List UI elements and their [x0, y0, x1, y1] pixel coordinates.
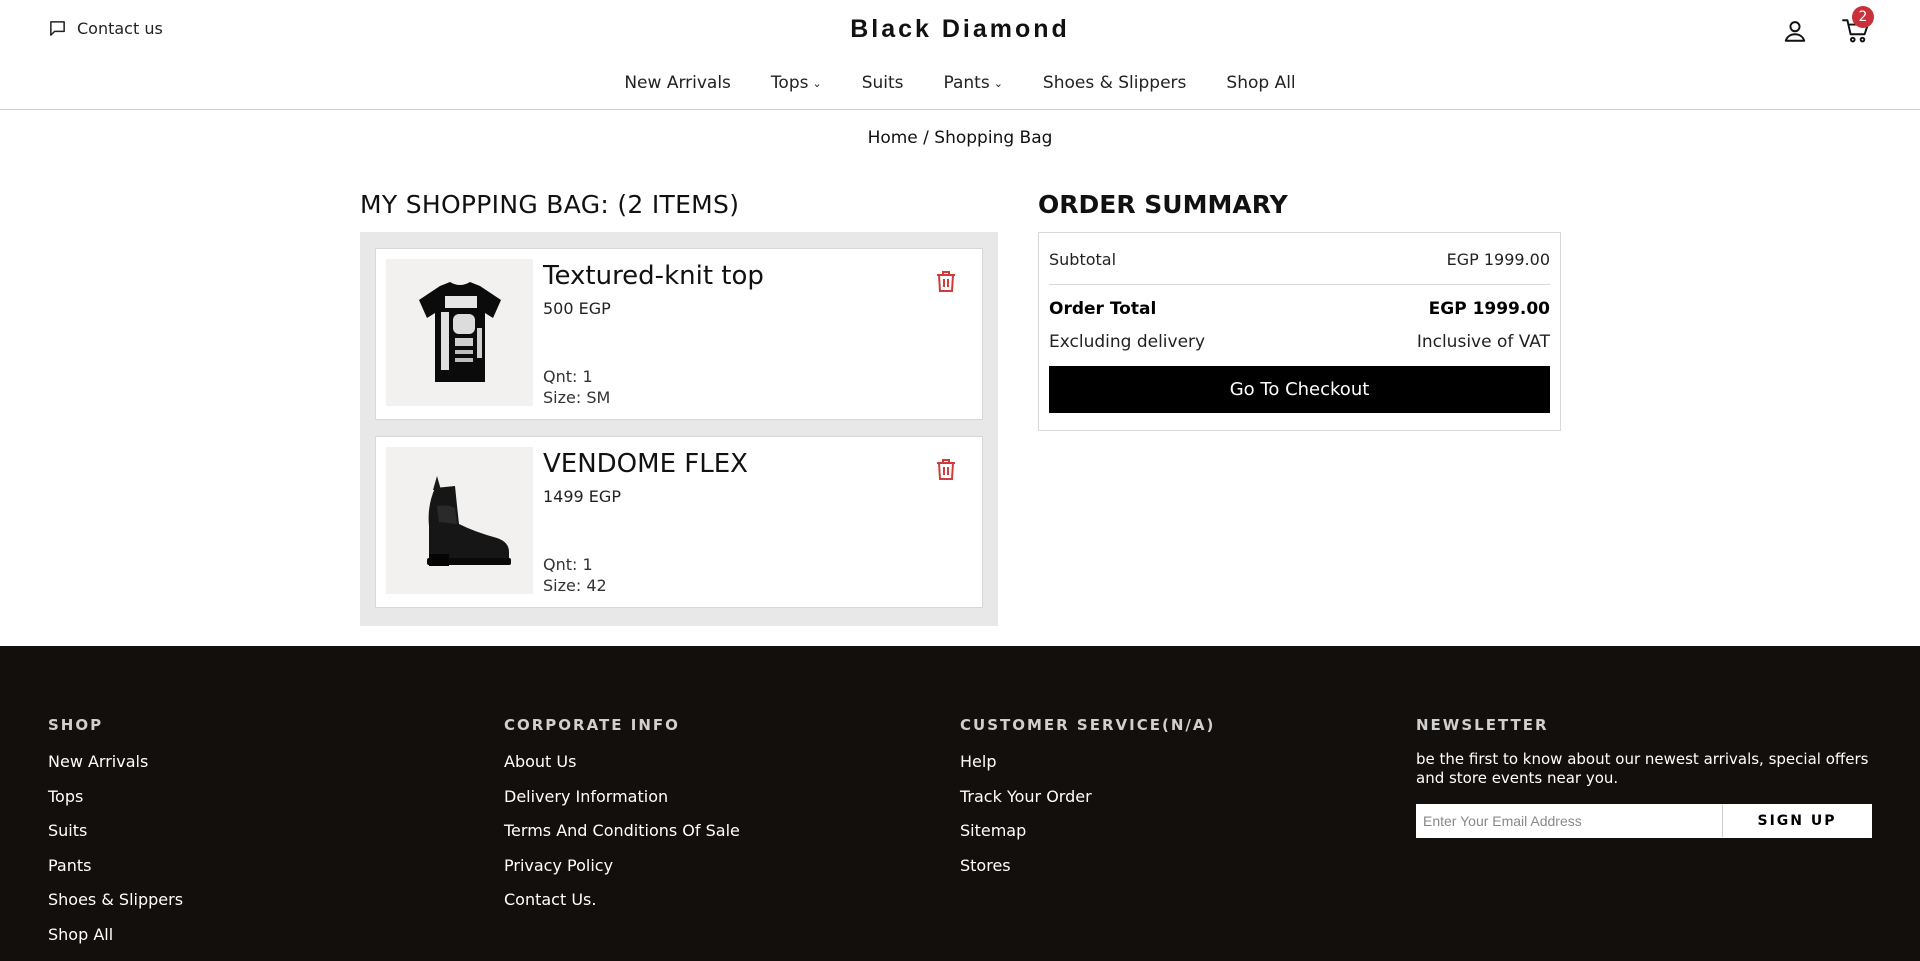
- product-image-tshirt[interactable]: [386, 259, 533, 406]
- checkout-button[interactable]: Go To Checkout: [1049, 366, 1550, 413]
- trash-icon[interactable]: [934, 269, 958, 293]
- tshirt-icon: [418, 281, 501, 382]
- product-price: 1499 EGP: [543, 487, 621, 506]
- subtotal-row: Subtotal EGP 1999.00: [1049, 233, 1550, 285]
- footer-link[interactable]: New Arrivals: [48, 752, 183, 787]
- footer-heading: CUSTOMER SERVICE(N/A): [960, 716, 1216, 734]
- footer-link[interactable]: Pants: [48, 856, 183, 891]
- newsletter-description: be the first to know about our newest ar…: [1416, 750, 1869, 787]
- order-summary-title: ORDER SUMMARY: [1038, 190, 1288, 219]
- bag-item: Textured-knit top 500 EGP Qnt: 1 Size: S…: [375, 248, 983, 420]
- subtotal-label: Subtotal: [1049, 250, 1117, 269]
- nav-label: Suits: [861, 72, 904, 93]
- footer-link[interactable]: About Us: [504, 752, 740, 787]
- footer-corporate-column: CORPORATE INFO About Us Delivery Informa…: [504, 716, 740, 925]
- nav-tops[interactable]: Tops ⌄: [751, 73, 842, 93]
- product-name[interactable]: VENDOME FLEX: [543, 449, 748, 479]
- excluding-delivery-label: Excluding delivery: [1049, 332, 1206, 352]
- main-nav: New Arrivals Tops ⌄ Suits Pants ⌄ Shoes & …: [0, 60, 1920, 110]
- subtotal-value: EGP 1999.00: [1446, 250, 1550, 269]
- delivery-vat-row: Excluding delivery Inclusive of VAT: [1049, 332, 1550, 352]
- product-quantity: Qnt: 1: [543, 367, 593, 386]
- nav-new-arrivals[interactable]: New Arrivals: [604, 73, 751, 93]
- order-total-label: Order Total: [1049, 299, 1157, 319]
- product-price: 500 EGP: [543, 299, 611, 318]
- nav-suits[interactable]: Suits: [842, 73, 924, 93]
- boot-icon: [426, 475, 511, 566]
- product-size: Size: SM: [543, 388, 611, 407]
- chevron-down-icon: ⌄: [812, 77, 822, 90]
- footer-shop-column: SHOP New Arrivals Tops Suits Pants Shoes…: [48, 716, 183, 959]
- footer-link[interactable]: Shoes & Slippers: [48, 890, 183, 925]
- trash-icon[interactable]: [934, 457, 958, 481]
- product-name[interactable]: Textured-knit top: [543, 261, 764, 291]
- order-summary-box: Subtotal EGP 1999.00 Order Total EGP 199…: [1038, 232, 1561, 431]
- footer-link[interactable]: Suits: [48, 821, 183, 856]
- nav-label: New Arrivals: [624, 72, 731, 93]
- chevron-down-icon: ⌄: [993, 77, 1003, 90]
- order-total-row: Order Total EGP 1999.00: [1049, 299, 1550, 319]
- nav-label: Shoes & Slippers: [1042, 72, 1187, 93]
- top-bar: Contact us Black Diamond 2: [0, 0, 1920, 60]
- bag-items-list: Textured-knit top 500 EGP Qnt: 1 Size: S…: [360, 232, 998, 626]
- product-quantity: Qnt: 1: [543, 555, 593, 574]
- cart-count-badge: 2: [1852, 6, 1874, 28]
- footer-heading: CORPORATE INFO: [504, 716, 680, 734]
- footer-link[interactable]: Stores: [960, 856, 1215, 891]
- footer-link[interactable]: Track Your Order: [960, 787, 1215, 822]
- nav-shoes-slippers[interactable]: Shoes & Slippers: [1023, 73, 1206, 93]
- nav-label: Pants: [943, 72, 990, 93]
- footer-link[interactable]: Shop All: [48, 925, 183, 960]
- footer-link[interactable]: Sitemap: [960, 821, 1215, 856]
- order-total-value: EGP 1999.00: [1428, 299, 1550, 319]
- user-icon[interactable]: [1782, 18, 1808, 44]
- footer-link[interactable]: Terms And Conditions Of Sale: [504, 821, 740, 856]
- newsletter-email-input[interactable]: [1417, 805, 1723, 837]
- nav-pants[interactable]: Pants ⌄: [924, 73, 1023, 93]
- bag-item: VENDOME FLEX 1499 EGP Qnt: 1 Size: 42: [375, 436, 983, 608]
- bag-title: MY SHOPPING BAG: (2 ITEMS): [360, 190, 740, 219]
- footer-service-column: CUSTOMER SERVICE(N/A) Help Track Your Or…: [960, 716, 1215, 890]
- nav-shop-all[interactable]: Shop All: [1206, 73, 1315, 93]
- footer-link[interactable]: Privacy Policy: [504, 856, 740, 891]
- footer-link[interactable]: Delivery Information: [504, 787, 740, 822]
- footer-link[interactable]: Tops: [48, 787, 183, 822]
- inclusive-vat-label: Inclusive of VAT: [1416, 332, 1550, 352]
- nav-label: Tops: [770, 72, 809, 93]
- footer-newsletter-column: NEWSLETTER be the first to know about ou…: [1416, 716, 1876, 838]
- brand-logo[interactable]: Black Diamond: [0, 15, 1920, 44]
- newsletter-form: SIGN UP: [1416, 804, 1872, 838]
- site-footer: SHOP New Arrivals Tops Suits Pants Shoes…: [0, 646, 1920, 961]
- sign-up-button[interactable]: SIGN UP: [1723, 805, 1871, 837]
- footer-heading: SHOP: [48, 716, 104, 734]
- product-size: Size: 42: [543, 576, 607, 595]
- footer-heading: NEWSLETTER: [1416, 716, 1549, 734]
- nav-label: Shop All: [1226, 72, 1296, 93]
- breadcrumb[interactable]: Home / Shopping Bag: [0, 128, 1920, 148]
- product-image-boot[interactable]: [386, 447, 533, 594]
- footer-link[interactable]: Contact Us.: [504, 890, 740, 925]
- footer-link[interactable]: Help: [960, 752, 1215, 787]
